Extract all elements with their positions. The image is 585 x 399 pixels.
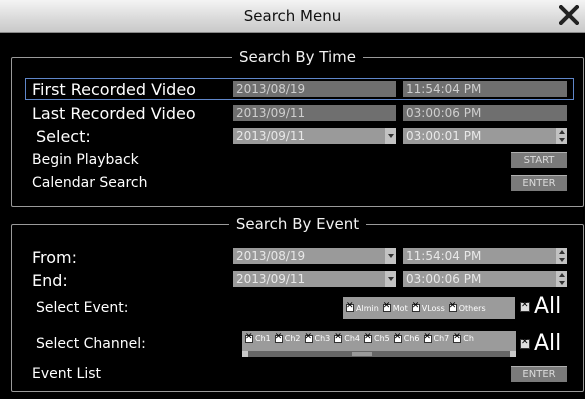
- select-event-label: Select Event:: [36, 300, 129, 316]
- channel-checkbox-strip: Ch1 Ch2 Ch3 Ch4 Ch5 Ch6 Ch7 Ch: [242, 331, 516, 357]
- end-time-spinner[interactable]: 03:00:06 PM: [403, 271, 567, 287]
- close-icon[interactable]: [559, 5, 579, 25]
- channel-scrollbar[interactable]: [242, 351, 516, 357]
- channel-checkbox-ch6[interactable]: Ch6: [393, 332, 420, 343]
- event-checkbox-others[interactable]: Others: [448, 301, 486, 313]
- search-by-time-legend: Search By Time: [232, 48, 363, 66]
- channel-checkbox-ch7[interactable]: Ch7: [423, 332, 449, 343]
- scroll-right-icon[interactable]: [510, 351, 516, 357]
- checkbox-checked-icon: [346, 301, 354, 312]
- event-all-label: All: [534, 294, 562, 319]
- select-date-value: 2013/09/11: [236, 129, 306, 143]
- channel-checkbox-ch2[interactable]: Ch2: [274, 332, 301, 343]
- select-date-dropdown[interactable]: 2013/09/11: [233, 128, 396, 144]
- spinner-arrows-icon[interactable]: [556, 271, 567, 287]
- channel-checkbox-ch1[interactable]: Ch1: [245, 332, 271, 343]
- channel-all-checkbox[interactable]: All: [520, 331, 561, 356]
- first-recorded-date: 2013/08/19: [233, 81, 396, 97]
- channel-checkbox-ch8[interactable]: Ch: [453, 332, 474, 343]
- scroll-left-icon[interactable]: [242, 351, 248, 357]
- chevron-down-icon[interactable]: [385, 248, 396, 264]
- checkbox-checked-icon: [453, 332, 462, 343]
- checkbox-checked-icon: [364, 332, 372, 343]
- end-date-value: 2013/09/11: [236, 272, 306, 286]
- end-label: End:: [32, 271, 68, 290]
- last-recorded-time: 03:00:06 PM: [403, 105, 567, 121]
- checkbox-checked-icon: [520, 300, 530, 312]
- last-recorded-label: Last Recorded Video: [32, 104, 196, 123]
- checkbox-checked-icon: [304, 332, 313, 343]
- begin-playback-label: Begin Playback: [32, 152, 139, 168]
- select-time-value: 03:00:01 PM: [406, 129, 482, 143]
- calendar-enter-button[interactable]: ENTER: [511, 175, 567, 191]
- event-list-enter-button[interactable]: ENTER: [511, 366, 567, 382]
- from-date-dropdown[interactable]: 2013/08/19: [233, 248, 396, 264]
- checkbox-checked-icon: [448, 301, 457, 312]
- select-time-spinner[interactable]: 03:00:01 PM: [403, 128, 567, 144]
- checkbox-checked-icon: [382, 301, 391, 312]
- start-button[interactable]: START: [511, 152, 567, 168]
- last-recorded-date: 2013/09/11: [233, 105, 396, 121]
- event-checkbox-almin[interactable]: Almin: [346, 301, 379, 313]
- first-recorded-time: 11:54:04 PM: [403, 81, 567, 97]
- from-date-value: 2013/08/19: [236, 249, 306, 263]
- channel-checkbox-ch5[interactable]: Ch5: [364, 332, 390, 343]
- title-bar: Search Menu: [0, 0, 585, 33]
- checkbox-checked-icon: [393, 332, 402, 343]
- scroll-thumb[interactable]: [352, 352, 372, 356]
- end-time-value: 03:00:06 PM: [406, 272, 482, 286]
- event-checkbox-mot[interactable]: Mot: [382, 301, 408, 313]
- event-checkbox-vloss[interactable]: VLoss: [411, 301, 445, 313]
- chevron-down-icon[interactable]: [385, 128, 396, 144]
- end-date-dropdown[interactable]: 2013/09/11: [233, 271, 396, 287]
- select-channel-label: Select Channel:: [36, 336, 146, 352]
- event-checkbox-strip: Almin Mot VLoss Others: [343, 297, 515, 319]
- from-time-value: 11:54:04 PM: [406, 249, 482, 263]
- checkbox-checked-icon: [334, 332, 343, 343]
- checkbox-checked-icon: [520, 337, 530, 349]
- chevron-down-icon[interactable]: [385, 271, 396, 287]
- select-label: Select:: [36, 127, 91, 146]
- calendar-search-label: Calendar Search: [32, 175, 148, 191]
- from-label: From:: [32, 248, 78, 267]
- from-time-spinner[interactable]: 11:54:04 PM: [403, 248, 567, 264]
- search-by-event-legend: Search By Event: [228, 215, 367, 233]
- spinner-arrows-icon[interactable]: [556, 128, 567, 144]
- channel-checkbox-ch4[interactable]: Ch4: [334, 332, 360, 343]
- spinner-arrows-icon[interactable]: [556, 248, 567, 264]
- first-recorded-label: First Recorded Video: [32, 80, 196, 99]
- checkbox-checked-icon: [274, 332, 283, 343]
- event-all-checkbox[interactable]: All: [520, 294, 561, 319]
- window-title: Search Menu: [243, 7, 342, 25]
- checkbox-checked-icon: [423, 332, 432, 343]
- event-list-label: Event List: [32, 366, 102, 382]
- channel-all-label: All: [534, 331, 562, 356]
- channel-checkbox-ch3[interactable]: Ch3: [304, 332, 330, 343]
- checkbox-checked-icon: [245, 332, 253, 343]
- checkbox-checked-icon: [411, 301, 420, 312]
